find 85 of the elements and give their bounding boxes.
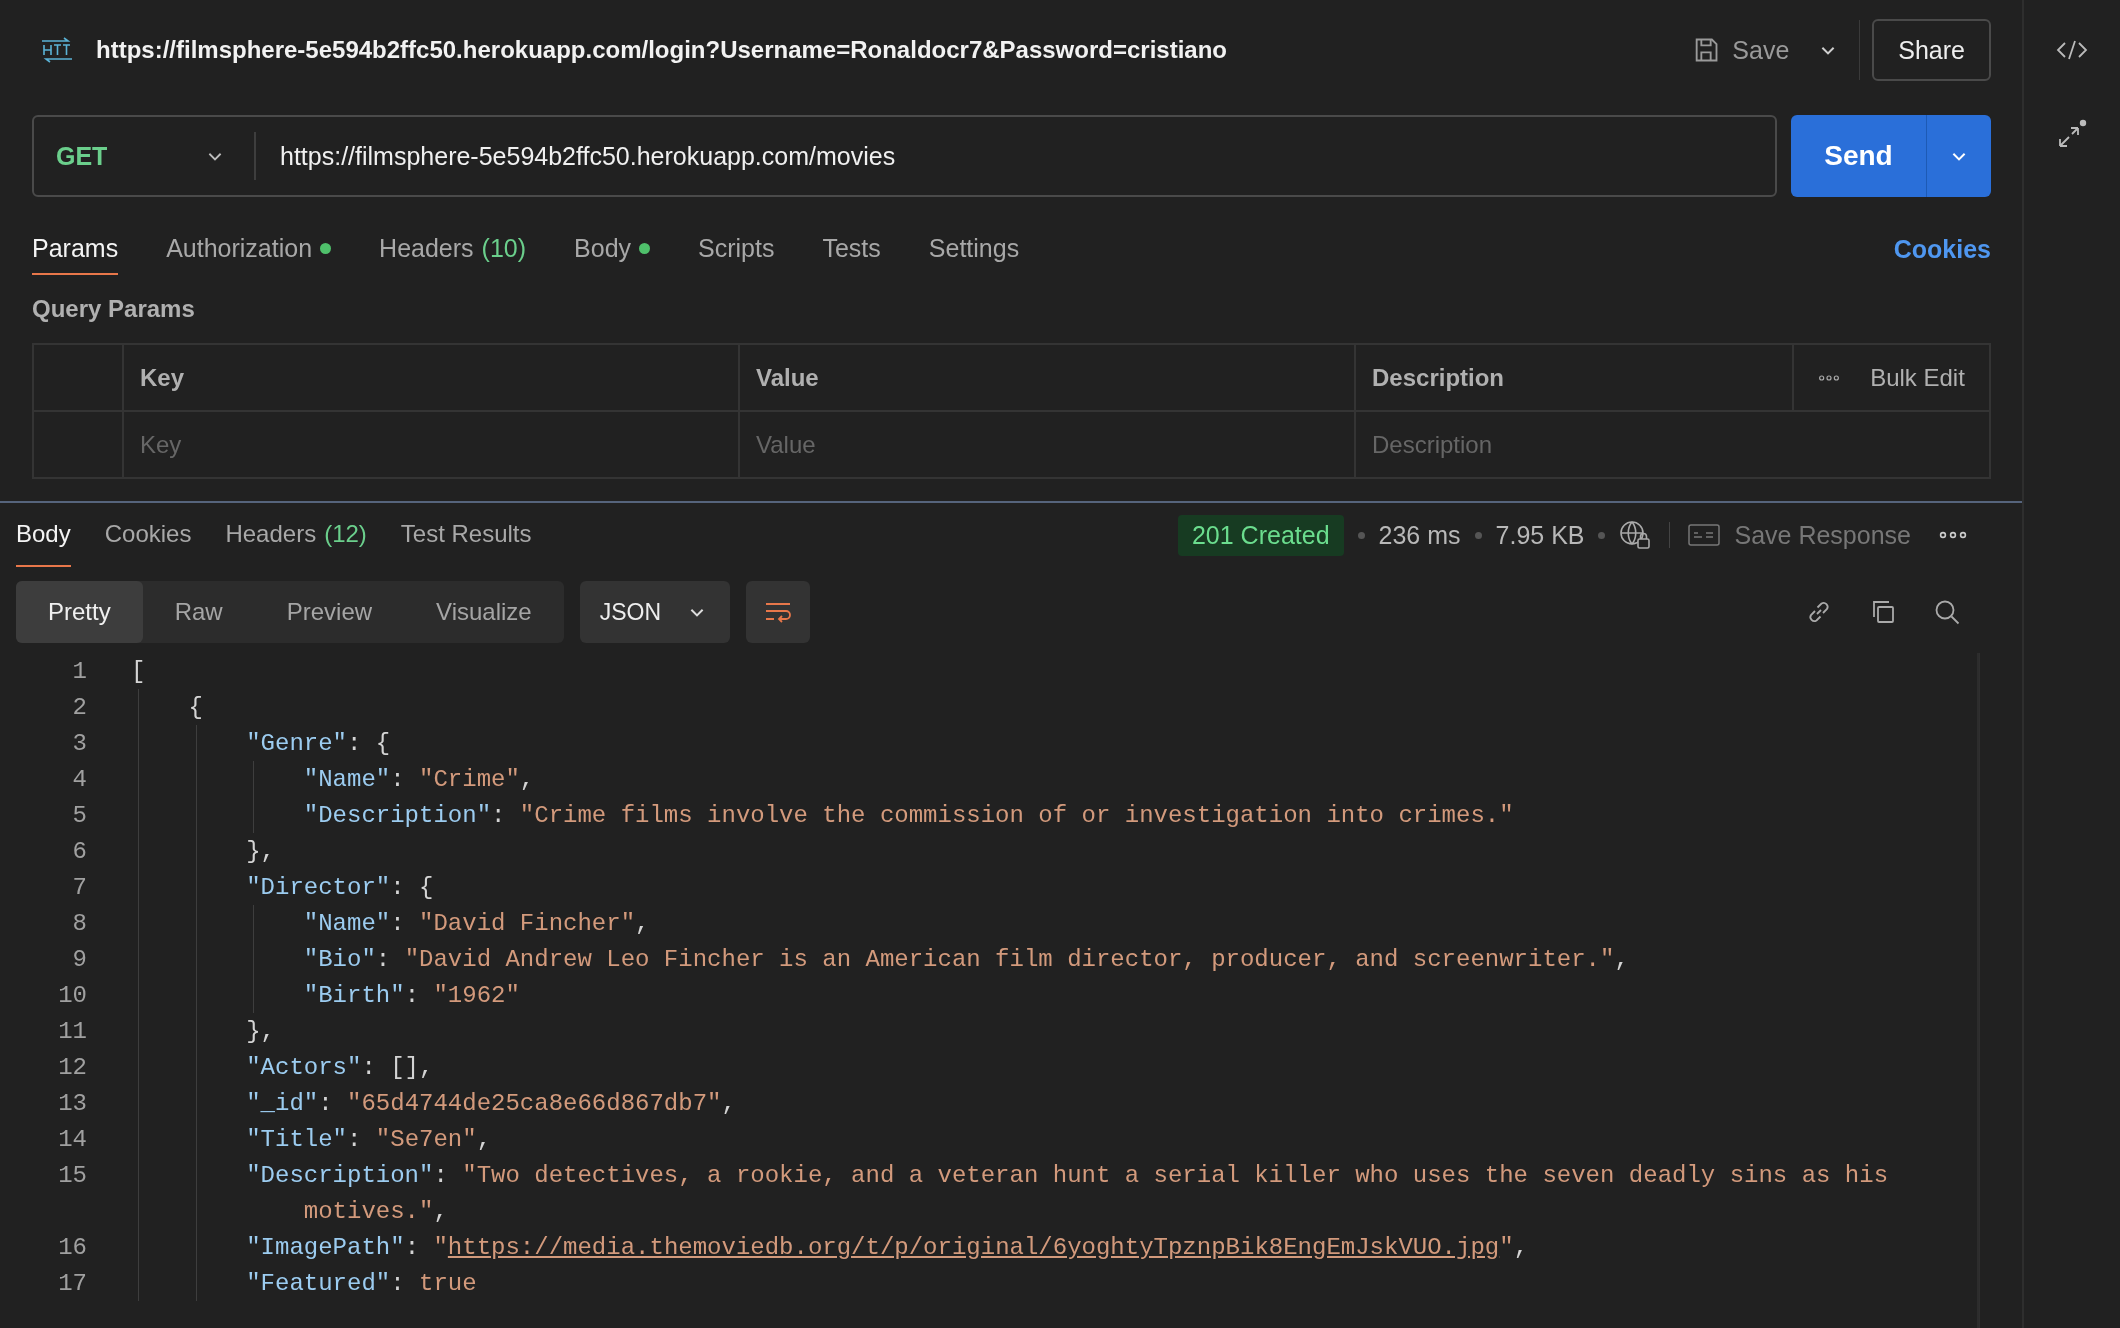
line-number: 4 bbox=[72, 765, 87, 793]
column-header: Value bbox=[756, 363, 819, 392]
save-button[interactable]: Save bbox=[1684, 29, 1798, 71]
code-icon[interactable] bbox=[2056, 38, 2088, 62]
response-time: 236 ms bbox=[1378, 520, 1461, 550]
send-button[interactable]: Send bbox=[1791, 115, 1991, 197]
method-dropdown[interactable]: GET bbox=[34, 132, 256, 180]
request-tab[interactable]: Body bbox=[574, 223, 651, 275]
response-size: 7.95 KB bbox=[1495, 520, 1585, 550]
line-number: 16 bbox=[58, 1233, 87, 1261]
code-line: "ImagePath": "https://media.themoviedb.org/t/p/original/6yoghtyTpznpBik8EngEmJskVUO.jpg", bbox=[246, 1233, 1529, 1261]
line-number: 17 bbox=[58, 1269, 87, 1297]
url-field[interactable]: https://filmsphere-5e594b2ffc50.herokuapp.com/movies bbox=[256, 141, 896, 171]
link[interactable]: https://media.themoviedb.org/t/p/original/6yoghtyTpznpBik8EngEmJskVUO.jpg bbox=[447, 1233, 1500, 1261]
section-title: Query Params bbox=[31, 294, 196, 324]
globe-lock-icon[interactable] bbox=[1619, 519, 1652, 551]
code-line: "Featured": true bbox=[246, 1269, 477, 1297]
cookies-link[interactable]: Cookies bbox=[1893, 234, 1991, 264]
code-line: }, bbox=[246, 1017, 275, 1045]
column-header: Description bbox=[1372, 363, 1505, 392]
wrap-lines-button[interactable] bbox=[745, 581, 810, 643]
response-tab[interactable]: Headers (12) bbox=[225, 503, 367, 567]
code-line: "Description": "Two detectives, a rookie, and a veteran hunt a serial killer who uses the seven deadly sins as his bbox=[246, 1161, 1889, 1189]
url-bar[interactable]: GET https://filmsphere-5e594b2ffc50.herokuapp.com/movies bbox=[32, 115, 1777, 197]
response-tab[interactable]: Test Results bbox=[400, 503, 532, 567]
bulk-edit-button[interactable]: Bulk Edit bbox=[1870, 363, 1965, 392]
line-number: 11 bbox=[58, 1017, 87, 1045]
save-response-button[interactable]: Save Response bbox=[1688, 520, 1911, 550]
http-icon bbox=[40, 37, 74, 63]
code-line: "Title": "Se7en", bbox=[246, 1125, 492, 1153]
line-number: 5 bbox=[72, 801, 87, 829]
code-line: "Director": { bbox=[246, 873, 434, 901]
separator-dot bbox=[1598, 531, 1606, 539]
view-tab[interactable]: Raw bbox=[142, 581, 255, 643]
more-icon bbox=[1818, 373, 1841, 382]
view-tab[interactable]: Pretty bbox=[16, 581, 143, 643]
line-number: 13 bbox=[58, 1089, 87, 1117]
response-tab[interactable]: Body bbox=[16, 503, 71, 567]
code-line: "Actors": [], bbox=[246, 1053, 434, 1081]
line-number: 2 bbox=[72, 693, 87, 721]
line-number: 8 bbox=[72, 909, 87, 937]
code-line: "Description": "Crime films involve the commission of or investigation into crimes." bbox=[303, 801, 1514, 829]
format-dropdown[interactable]: JSON bbox=[579, 581, 730, 643]
param-input[interactable]: Key bbox=[140, 430, 722, 459]
request-tab[interactable]: Params bbox=[32, 223, 119, 275]
example-icon bbox=[1688, 523, 1721, 547]
line-number: 3 bbox=[72, 729, 87, 757]
request-tab[interactable]: Headers (10) bbox=[379, 223, 527, 275]
more-icon[interactable] bbox=[1939, 531, 1967, 539]
request-tab[interactable]: Authorization bbox=[166, 223, 332, 275]
code-line: "Name": "David Fincher", bbox=[303, 909, 650, 937]
code-line: "Birth": "1962" bbox=[303, 981, 520, 1009]
view-tab[interactable]: Preview bbox=[254, 581, 405, 643]
line-number: 14 bbox=[58, 1125, 87, 1153]
code-line: "Bio": "David Andrew Leo Fincher is an American film director, producer, and screenwriter.", bbox=[303, 945, 1629, 973]
code-line: motives.", bbox=[303, 1197, 448, 1225]
request-title: https://filmsphere-5e594b2ffc50.herokuapp.com/login?Username=Ronaldocr7&Password=cristiano bbox=[96, 36, 1228, 64]
code-line: "Genre": { bbox=[246, 729, 391, 757]
code-line: [ bbox=[131, 657, 146, 685]
expand-icon[interactable] bbox=[2056, 118, 2088, 150]
line-number: 10 bbox=[58, 981, 87, 1009]
status-badge: 201 Created bbox=[1177, 514, 1344, 556]
response-tab[interactable]: Cookies bbox=[104, 503, 192, 567]
request-tab[interactable]: Scripts bbox=[698, 223, 775, 275]
wrap-lines-icon bbox=[763, 600, 792, 624]
param-input[interactable]: Value bbox=[756, 430, 1338, 459]
line-number: 9 bbox=[72, 945, 87, 973]
share-button[interactable]: Share bbox=[1872, 19, 1991, 81]
line-number: 7 bbox=[72, 873, 87, 901]
code-line: }, bbox=[246, 837, 275, 865]
code-line: "_id": "65d4744de25ca8e66d867db7", bbox=[246, 1089, 736, 1117]
column-header: Key bbox=[140, 363, 185, 392]
code-line: "Name": "Crime", bbox=[303, 765, 535, 793]
request-tab[interactable]: Tests bbox=[822, 223, 881, 275]
line-number: 12 bbox=[58, 1053, 87, 1081]
code-line: { bbox=[188, 693, 203, 721]
search-icon[interactable] bbox=[1933, 598, 1961, 626]
separator-dot bbox=[1474, 531, 1482, 539]
separator-dot bbox=[1357, 531, 1365, 539]
line-number: 1 bbox=[72, 657, 87, 685]
line-number: 6 bbox=[72, 837, 87, 865]
view-tab[interactable]: Visualize bbox=[404, 581, 564, 643]
line-number: 15 bbox=[58, 1161, 87, 1189]
param-input[interactable]: Description bbox=[1372, 430, 1973, 459]
request-tab[interactable]: Settings bbox=[928, 223, 1020, 275]
